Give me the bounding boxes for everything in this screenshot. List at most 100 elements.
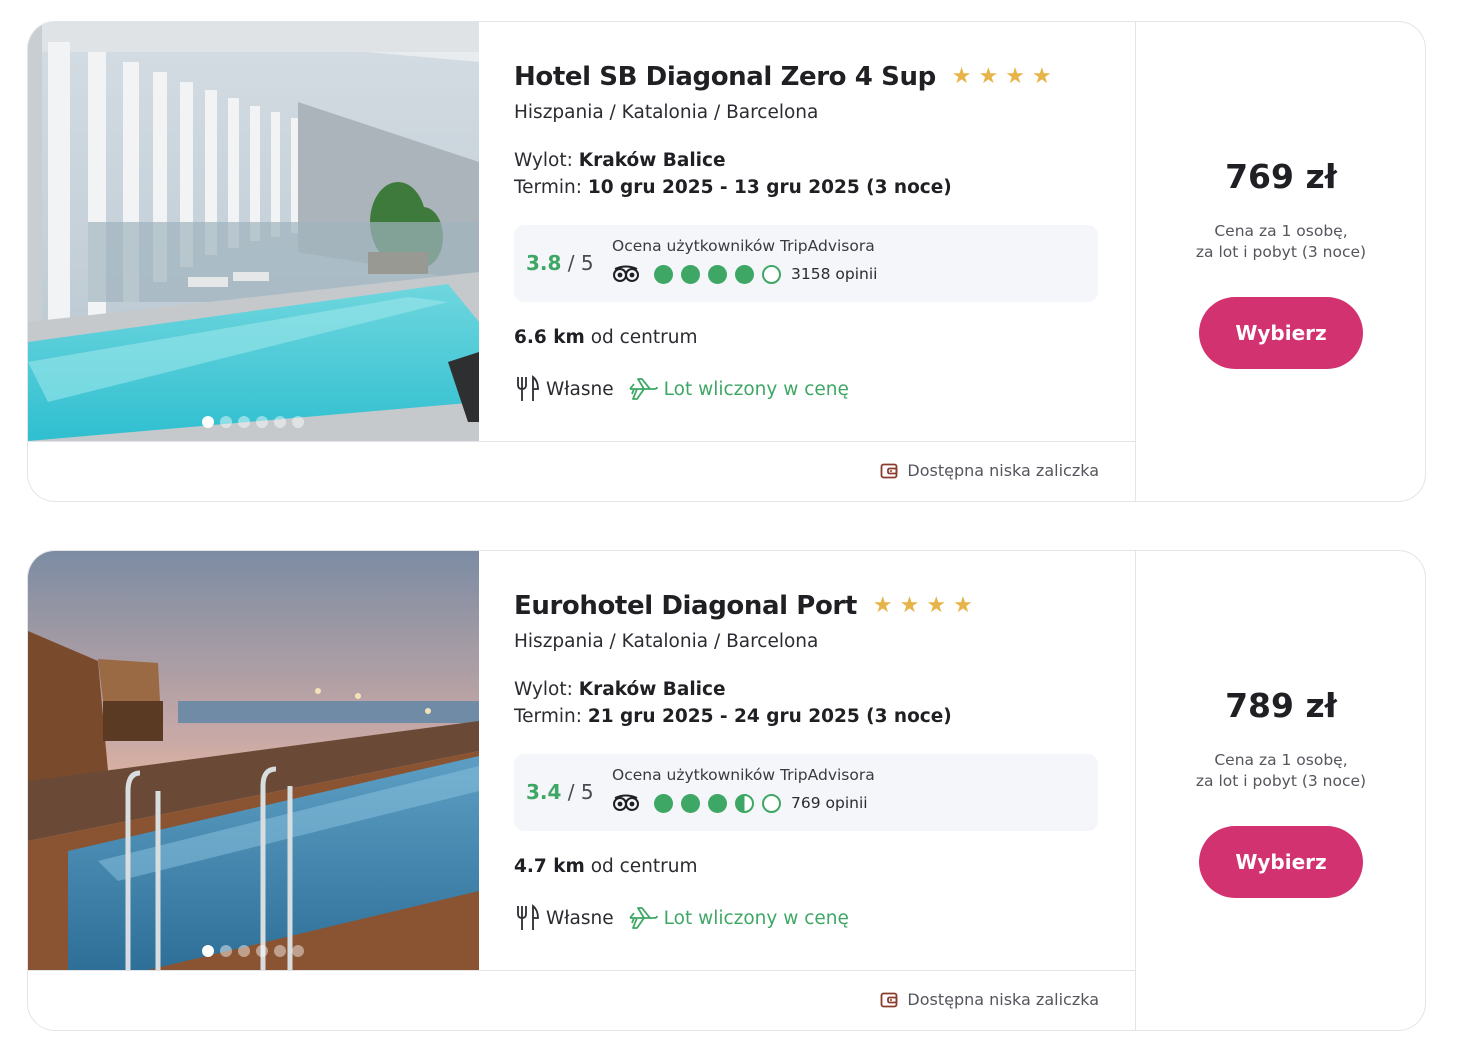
review-count[interactable]: 769 opinii — [791, 794, 868, 812]
flight-included-label: Lot wliczony w cenę — [663, 378, 849, 400]
term-dates: 21 gru 2025 - 24 gru 2025 (3 noce) — [587, 706, 952, 727]
rating-bubble — [681, 264, 700, 284]
price: 789 zł — [1225, 686, 1337, 725]
departure-airport: Kraków Balice — [578, 679, 726, 700]
meal-feature: Własne — [514, 904, 614, 932]
gallery-dots[interactable] — [202, 945, 304, 957]
departure-info: Wylot: Kraków Balice — [514, 150, 726, 171]
features: Własne Lot wliczony w cenę — [514, 904, 849, 932]
rating-score: 3.8 / 5 — [526, 251, 594, 275]
tripadvisor-owl-icon — [613, 265, 639, 282]
star-icon: ★ — [978, 64, 999, 89]
deposit-label: Dostępna niska zaliczka — [907, 990, 1099, 1009]
hotel-location: Hiszpania / Katalonia / Barcelona — [514, 631, 819, 652]
price: 769 zł — [1225, 157, 1337, 196]
tripadvisor-rating: 3.8 / 5 Ocena użytkowników TripAdvisora … — [514, 225, 1098, 302]
meal-label: Własne — [546, 907, 614, 929]
hotel-info: Eurohotel Diagonal Port ★ ★ ★ ★ Hiszpani… — [514, 551, 1134, 970]
select-button[interactable]: Wybierz — [1199, 297, 1363, 369]
gallery-dot[interactable] — [220, 945, 232, 957]
airplane-icon — [628, 378, 658, 400]
rating-bubble — [735, 793, 754, 813]
hotel-location: Hiszpania / Katalonia / Barcelona — [514, 102, 819, 123]
price-note: Cena za 1 osobę, za lot i pobyt (3 noce) — [1136, 750, 1425, 792]
gallery-dots[interactable] — [202, 416, 304, 428]
price-column: 789 zł Cena za 1 osobę, za lot i pobyt (… — [1135, 551, 1425, 1030]
flight-included-label: Lot wliczony w cenę — [663, 907, 849, 929]
gallery-dot[interactable] — [256, 416, 268, 428]
departure-label: Wylot: — [514, 150, 573, 171]
features: Własne Lot wliczony w cenę — [514, 375, 849, 403]
hotel-photo — [28, 551, 479, 970]
hotel-name[interactable]: Eurohotel Diagonal Port — [514, 591, 857, 621]
rating-bubbles: 3158 opinii — [612, 264, 877, 284]
low-deposit-note: Dostępna niska zaliczka — [880, 461, 1099, 480]
rating-bubble — [681, 793, 700, 813]
tripadvisor-owl-icon — [613, 794, 639, 811]
deposit-label: Dostępna niska zaliczka — [907, 461, 1099, 480]
hotel-offer-card[interactable]: Eurohotel Diagonal Port ★ ★ ★ ★ Hiszpani… — [27, 550, 1426, 1031]
low-deposit-note: Dostępna niska zaliczka — [880, 990, 1099, 1009]
meal-label: Własne — [546, 378, 614, 400]
price-note-line: za lot i pobyt (3 noce) — [1195, 772, 1367, 790]
distance-text: od centrum — [590, 327, 698, 348]
rating-bubble — [762, 793, 781, 813]
rating-bubble — [708, 793, 727, 813]
card-footer: Dostępna niska zaliczka — [28, 970, 1135, 1030]
star-icon: ★ — [899, 593, 920, 618]
price-column: 769 zł Cena za 1 osobę, za lot i pobyt (… — [1135, 22, 1425, 501]
term-info: Termin: 10 gru 2025 - 13 gru 2025 (3 noc… — [514, 177, 952, 198]
hotel-stars: ★ ★ ★ ★ — [952, 66, 1052, 88]
fork-knife-icon — [517, 904, 539, 930]
hotel-photo-gallery[interactable] — [28, 551, 479, 970]
rating-bubbles: 769 opinii — [612, 793, 868, 813]
flight-included-feature: Lot wliczony w cenę — [628, 905, 849, 931]
gallery-dot[interactable] — [292, 416, 304, 428]
gallery-dot[interactable] — [202, 416, 214, 428]
hotel-info: Hotel SB Diagonal Zero 4 Sup ★ ★ ★ ★ His… — [514, 22, 1134, 441]
star-icon: ★ — [1032, 64, 1052, 89]
hotel-photo-gallery[interactable] — [28, 22, 479, 441]
rating-value: 3.4 — [526, 780, 562, 804]
star-icon: ★ — [951, 64, 972, 89]
price-note: Cena za 1 osobę, za lot i pobyt (3 noce) — [1136, 221, 1425, 263]
title-row: Hotel SB Diagonal Zero 4 Sup ★ ★ ★ ★ — [514, 62, 1052, 92]
tripadvisor-rating: 3.4 / 5 Ocena użytkowników TripAdvisora … — [514, 754, 1098, 831]
rating-score: 3.4 / 5 — [526, 780, 594, 804]
wallet-icon — [880, 463, 898, 478]
gallery-dot[interactable] — [238, 416, 250, 428]
price-note-line: za lot i pobyt (3 noce) — [1195, 243, 1367, 261]
price-note-line: Cena za 1 osobę, — [1214, 751, 1348, 769]
wallet-icon — [880, 992, 898, 1007]
hotel-offer-card[interactable]: Hotel SB Diagonal Zero 4 Sup ★ ★ ★ ★ His… — [27, 21, 1426, 502]
gallery-dot[interactable] — [274, 416, 286, 428]
term-dates: 10 gru 2025 - 13 gru 2025 (3 noce) — [587, 177, 952, 198]
price-note-line: Cena za 1 osobę, — [1214, 222, 1348, 240]
star-icon: ★ — [872, 593, 893, 618]
term-label: Termin: — [514, 177, 582, 198]
hotel-name[interactable]: Hotel SB Diagonal Zero 4 Sup — [514, 62, 936, 92]
rating-max: / 5 — [567, 251, 594, 275]
rating-bubble — [762, 264, 781, 284]
star-icon: ★ — [926, 593, 947, 618]
rating-bubble — [708, 264, 727, 284]
gallery-dot[interactable] — [256, 945, 268, 957]
star-icon: ★ — [953, 593, 973, 618]
gallery-dot[interactable] — [274, 945, 286, 957]
distance-value: 4.7 km — [514, 856, 585, 877]
gallery-dot[interactable] — [238, 945, 250, 957]
review-count[interactable]: 3158 opinii — [791, 265, 877, 283]
hotel-stars: ★ ★ ★ ★ — [873, 595, 973, 617]
meal-feature: Własne — [514, 375, 614, 403]
term-info: Termin: 21 gru 2025 - 24 gru 2025 (3 noc… — [514, 706, 952, 727]
gallery-dot[interactable] — [292, 945, 304, 957]
rating-label: Ocena użytkowników TripAdvisora — [612, 766, 875, 784]
distance-text: od centrum — [590, 856, 698, 877]
departure-label: Wylot: — [514, 679, 573, 700]
rating-label: Ocena użytkowników TripAdvisora — [612, 237, 875, 255]
select-button[interactable]: Wybierz — [1199, 826, 1363, 898]
departure-airport: Kraków Balice — [578, 150, 726, 171]
gallery-dot[interactable] — [220, 416, 232, 428]
star-icon: ★ — [1005, 64, 1025, 89]
gallery-dot[interactable] — [202, 945, 214, 957]
